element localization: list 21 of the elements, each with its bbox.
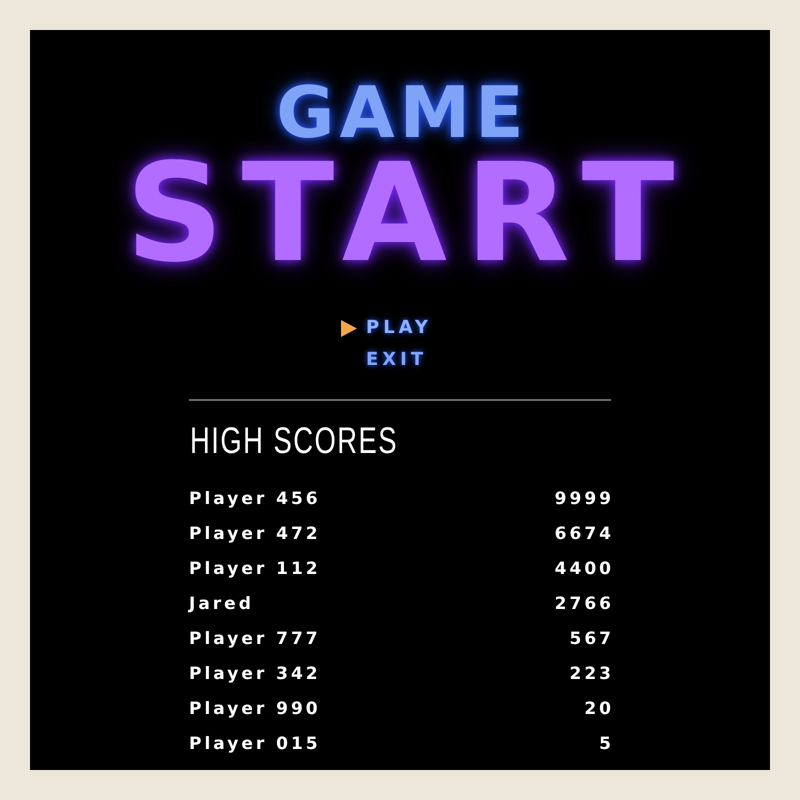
game-title-text: GAME <box>275 83 529 143</box>
player-name: Jared <box>189 594 254 614</box>
player-name: Player 990 <box>189 698 321 718</box>
score-value: 5 <box>599 734 614 754</box>
score-value: 2766 <box>554 594 614 614</box>
player-name: Player 777 <box>189 628 321 648</box>
score-value: 9999 <box>554 488 614 508</box>
player-name: Player 112 <box>189 558 321 578</box>
score-value: 4400 <box>554 558 614 578</box>
score-value: 20 <box>584 698 614 718</box>
player-name: Player 472 <box>189 524 321 544</box>
score-value: 223 <box>570 664 614 684</box>
score-value: 567 <box>570 628 614 648</box>
score-value: 6674 <box>554 524 614 544</box>
start-title-text: START <box>124 155 692 273</box>
player-name: Player 456 <box>189 488 321 508</box>
high-scores-heading: HIGH SCORES <box>190 421 398 461</box>
menu-option[interactable]: PLAY <box>366 319 432 337</box>
menu-option[interactable]: EXIT <box>366 351 428 369</box>
player-name: Player 015 <box>189 734 321 754</box>
player-name: Player 342 <box>189 664 321 684</box>
